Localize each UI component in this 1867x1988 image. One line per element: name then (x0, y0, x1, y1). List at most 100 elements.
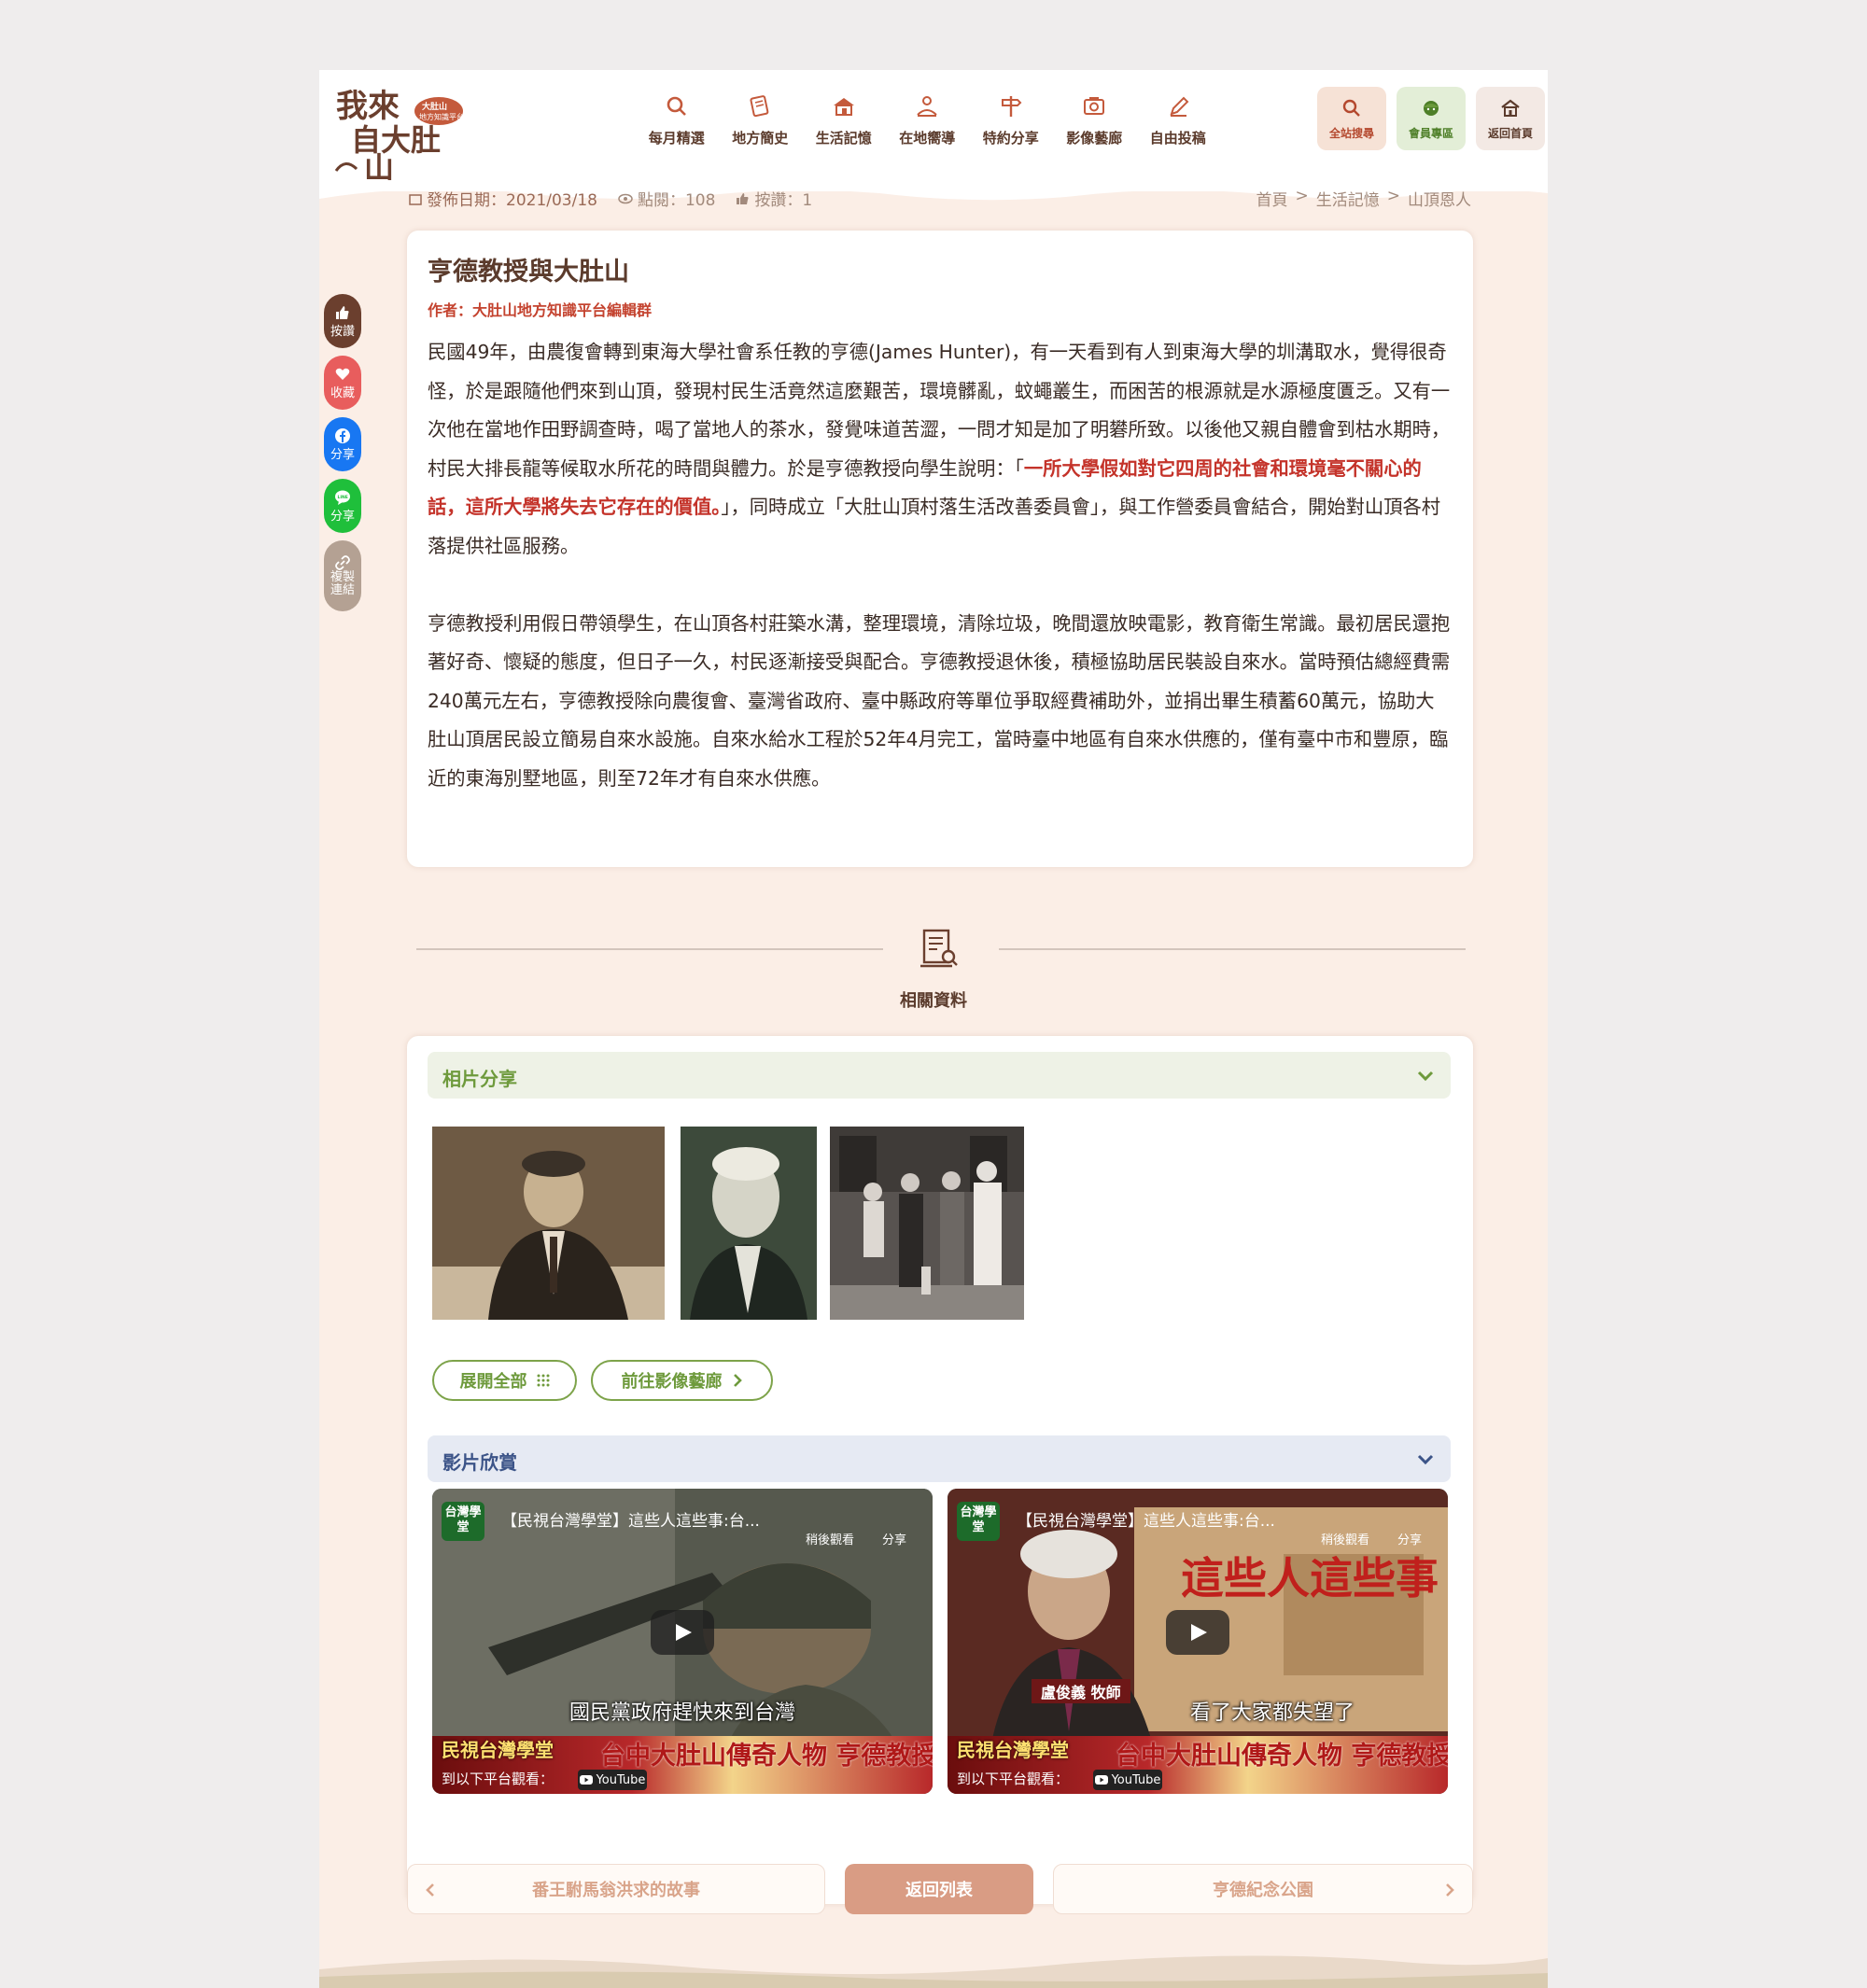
nav-item-share[interactable]: 特約分享 (969, 92, 1053, 147)
video-subtitle: 看了大家都失望了 (1189, 1701, 1355, 1725)
svg-text:大肚山: 大肚山 (422, 101, 447, 112)
nav-label: 生活記憶 (815, 130, 872, 147)
photo-thumbnail[interactable] (681, 1127, 817, 1320)
copy-link-button[interactable]: 複製連結 (324, 540, 361, 611)
pencil-icon (1170, 96, 1189, 117)
site-search-label: 全站搜尋 (1328, 126, 1374, 140)
history-book-icon (750, 95, 769, 118)
breadcrumb-home[interactable]: 首頁 (1256, 187, 1288, 210)
video-title[interactable]: 【民視台灣學堂】這些人這些事:台... (1017, 1507, 1275, 1531)
member-icon (1424, 100, 1439, 116)
svg-text:山: 山 (364, 151, 394, 182)
nav-label: 在地嚮導 (899, 130, 956, 147)
article-title: 亨德教授與大肚山 (428, 258, 629, 287)
svg-text:地方知識平台: 地方知識平台 (419, 112, 463, 121)
youtube-link[interactable]: YouTube (1093, 1770, 1162, 1790)
article-body: 民國49年，由農復會轉到東海大學社會系任教的亨德(James Hunter)，有… (428, 333, 1453, 837)
signpost-icon (1001, 96, 1022, 117)
watch-on-label: 到以下平台觀看： (442, 1771, 554, 1787)
video-title[interactable]: 【民視台灣學堂】這些人這些事:台... (501, 1507, 760, 1531)
chevron-right-icon (733, 1374, 742, 1387)
video-station-name: 民視台灣學堂 (957, 1739, 1069, 1761)
article-author: 作者：大肚山地方知識平台編輯群 (428, 301, 653, 319)
eye-icon (618, 193, 633, 203)
nav-item-history[interactable]: 地方簡史 (719, 92, 803, 147)
next-article-button[interactable]: 亨德紀念公園 (1053, 1864, 1473, 1914)
expand-all-button[interactable]: 展開全部 (432, 1360, 577, 1401)
nav-item-submit[interactable]: 自由投稿 (1136, 92, 1220, 147)
like-label: 按讚 (330, 324, 355, 339)
home-button[interactable]: 返回首頁 (1476, 87, 1545, 150)
heart-icon (335, 368, 350, 380)
nav-item-guide[interactable]: 在地嚮導 (886, 92, 970, 147)
play-icon (1191, 1624, 1207, 1641)
nav-item-gallery[interactable]: 影像藝廊 (1053, 92, 1137, 147)
site-search-button[interactable]: 全站搜尋 (1317, 87, 1386, 150)
video-embed[interactable]: 台灣學堂 【民視台灣學堂】這些人這些事:台... 稍後觀看 分享 這些人這些事 … (948, 1489, 1448, 1794)
line-icon: LINE (335, 490, 350, 505)
like-button[interactable]: 按讚 (324, 294, 361, 348)
chevron-down-icon (1417, 1454, 1434, 1465)
member-area-button[interactable]: 會員專區 (1397, 87, 1466, 150)
home-icon (1501, 99, 1520, 117)
related-section-title: 相關資料 (900, 991, 967, 1011)
gallery-link-button[interactable]: 前往影像藝廊 (591, 1360, 773, 1401)
nav-label: 自由投稿 (1149, 130, 1206, 147)
play-icon (676, 1624, 692, 1641)
main-nav: 每月精選 地方簡史 生活記憶 在地嚮導 特約分享 影像藝廊 自由投稿 (635, 92, 1220, 147)
view-count: 點閱：108 (618, 187, 715, 210)
facebook-icon (335, 427, 350, 443)
line-share-label: 分享 (330, 509, 355, 524)
back-to-list-label: 返回列表 (905, 1881, 973, 1900)
previous-article-title: 番王駙馬翁洪求的故事 (532, 1881, 700, 1900)
youtube-link[interactable]: YouTube (578, 1770, 647, 1790)
grid-icon (537, 1374, 549, 1387)
previous-article-button[interactable]: 番王駙馬翁洪求的故事 (407, 1864, 825, 1914)
chevron-down-icon (1417, 1071, 1434, 1082)
related-card: 相片分享 展開全部 前往影像藝廊 影片欣賞 台灣學堂 【民視台灣學堂】這些人這些… (407, 1036, 1473, 1904)
article-paragraph: 民國49年，由農復會轉到東海大學社會系任教的亨德(James Hunter)，有… (428, 333, 1453, 566)
view-count-text: 點閱：108 (637, 191, 716, 210)
videos-accordion-header[interactable]: 影片欣賞 (428, 1435, 1451, 1482)
nav-label: 影像藝廊 (1066, 130, 1123, 147)
calendar-icon (409, 193, 422, 205)
photo-thumbnail[interactable] (830, 1127, 1024, 1320)
site-logo[interactable]: 我來 自大肚 山 大肚山 地方知識平台 (332, 79, 464, 185)
breadcrumb-category[interactable]: 生活記憶 (1316, 187, 1380, 210)
video-banner-title: 台中大肚山傳奇人物 亨德教授（一） (600, 1742, 933, 1771)
nav-label: 每月精選 (648, 130, 705, 147)
like-count: 按讚：1 (736, 187, 812, 210)
article-paragraph: 亨德教授利用假日帶領學生，在山頂各村莊築水溝，整理環境，清除垃圾，晚間還放映電影… (428, 611, 1451, 790)
site-header: 我來 自大肚 山 大肚山 地方知識平台 每月精選 地方簡史 生活記憶 在地嚮導 … (319, 70, 1548, 191)
video-share-button[interactable]: 分享 (882, 1530, 906, 1547)
video-overlay-text: 這些人這些事 (1181, 1553, 1439, 1603)
photos-accordion-header[interactable]: 相片分享 (428, 1052, 1451, 1099)
nav-item-monthly[interactable]: 每月精選 (635, 92, 719, 147)
next-article-title: 亨德紀念公園 (1213, 1881, 1313, 1900)
breadcrumb: 首頁 > 生活記憶 > 山頂恩人 (1256, 187, 1472, 210)
facebook-share-button[interactable]: 分享 (324, 417, 361, 471)
line-share-button[interactable]: LINE 分享 (324, 479, 361, 533)
thumbs-up-icon (737, 192, 749, 204)
mountain-decoration (319, 1955, 1548, 1988)
expand-all-label: 展開全部 (459, 1372, 527, 1392)
photos-section-title: 相片分享 (442, 1068, 517, 1090)
play-button[interactable] (1166, 1610, 1229, 1655)
play-button[interactable] (651, 1610, 714, 1655)
video-station-name: 民視台灣學堂 (442, 1739, 554, 1761)
watch-on-label: 到以下平台觀看： (957, 1771, 1070, 1787)
section-divider (416, 948, 883, 950)
video-embed[interactable]: 台灣學堂 【民視台灣學堂】這些人這些事:台... 稍後觀看 分享 國民黨政府趕快… (432, 1489, 933, 1794)
watch-later-button[interactable]: 稍後觀看 (806, 1530, 854, 1547)
back-to-list-button[interactable]: 返回列表 (845, 1864, 1033, 1914)
chevron-right-icon (1446, 1883, 1454, 1897)
breadcrumb-current: 山頂恩人 (1408, 191, 1471, 210)
youtube-label: YouTube (596, 1772, 646, 1787)
channel-badge: 台灣學堂 (957, 1502, 1000, 1541)
photo-thumbnail[interactable] (432, 1127, 665, 1320)
favorite-button[interactable]: 收藏 (324, 356, 361, 410)
nav-item-memory[interactable]: 生活記憶 (802, 92, 886, 147)
search-icon (667, 96, 686, 116)
gallery-link-label: 前往影像藝廊 (621, 1372, 723, 1392)
svg-text:我來: 我來 (336, 89, 400, 124)
